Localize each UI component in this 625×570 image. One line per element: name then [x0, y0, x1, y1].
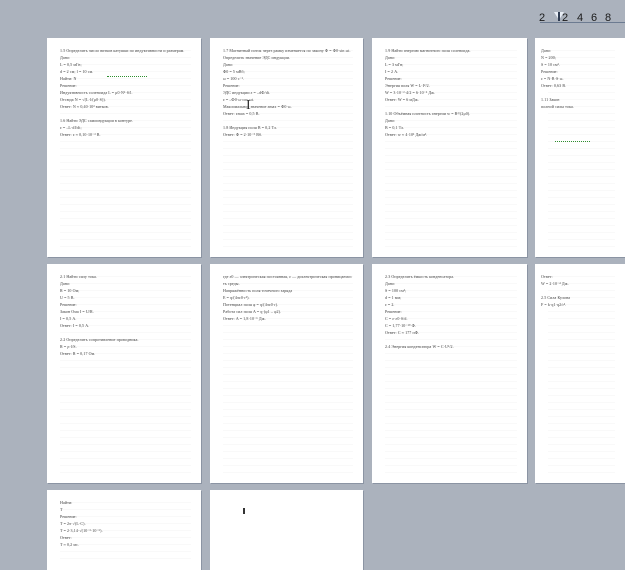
page-text: Дано: N = 200; S = 10 см². Решение: ε = … — [541, 48, 575, 109]
page-text: 2.1 Найти силу тока. Дано: R = 10 Ом; U … — [60, 274, 139, 356]
document-page-8[interactable]: Ответ: W = 2·10⁻⁴ Дж. 2.5 Сила Кулона F … — [535, 264, 625, 483]
page-text: 1.7 Магнитный поток через рамку изменяет… — [223, 48, 351, 137]
document-page-1[interactable]: 1.5 Определить число витков катушки по и… — [47, 38, 201, 257]
document-page-3[interactable]: 1.9 Найти энергию магнитного поля солено… — [372, 38, 527, 257]
page-text: 2.3 Определить ёмкость конденсатора. Дан… — [385, 274, 455, 349]
document-page-7[interactable]: 2.3 Определить ёмкость конденсатора. Дан… — [372, 264, 527, 483]
zoom-slider-track[interactable] — [540, 22, 625, 23]
page-text: 1.9 Найти энергию магнитного поля солено… — [385, 48, 471, 137]
page-text: 1.5 Определить число витков катушки по и… — [60, 48, 185, 137]
document-page-4[interactable]: Дано: N = 200; S = 10 см². Решение: ε = … — [535, 38, 625, 257]
caret-mark — [243, 508, 245, 514]
document-page-6[interactable]: где ε0 — электрическая постоянная, ε — д… — [210, 264, 363, 483]
page-text: где ε0 — электрическая постоянная, ε — д… — [223, 274, 353, 321]
text-cursor-icon: I — [246, 98, 251, 113]
document-page-9[interactable]: Найти: T Решение: T = 2π·√(L·C). T = 2·3… — [47, 490, 201, 570]
page-text: Найти: T Решение: T = 2π·√(L·C). T = 2·3… — [60, 500, 103, 547]
spellcheck-underline — [107, 73, 147, 77]
page-text: Ответ: W = 2·10⁻⁴ Дж. 2.5 Сила Кулона F … — [541, 274, 571, 307]
document-page-10[interactable] — [210, 490, 363, 570]
document-page-5[interactable]: 2.1 Найти силу тока. Дано: R = 10 Ом; U … — [47, 264, 201, 483]
document-page-2[interactable]: 1.7 Магнитный поток через рамку изменяет… — [210, 38, 363, 257]
zoom-bar[interactable]: 2 2 4 6 8 — [534, 8, 625, 28]
spellcheck-underline — [555, 138, 590, 142]
